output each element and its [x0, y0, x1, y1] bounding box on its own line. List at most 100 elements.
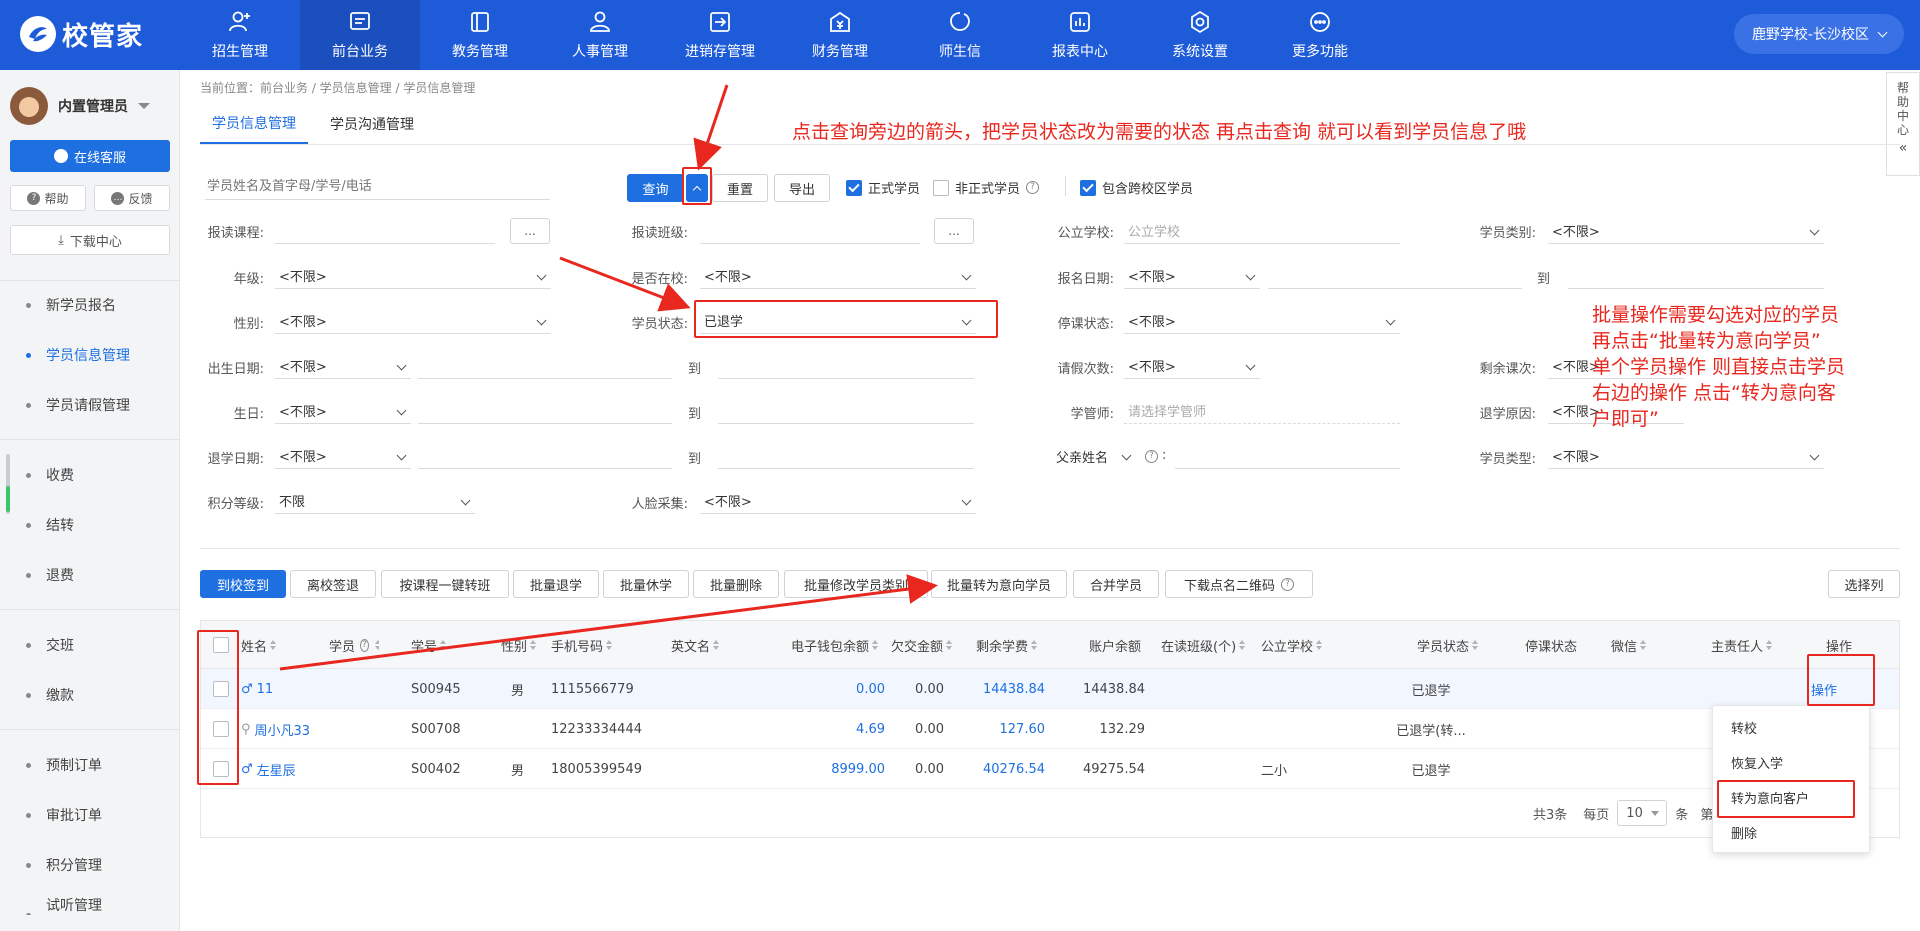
quitdate-end[interactable] [718, 443, 974, 469]
col-student[interactable]: 学员? [329, 621, 379, 669]
col-owner[interactable]: 主责任人 [1711, 621, 1773, 669]
batch-delete-button[interactable]: 批量删除 [693, 570, 779, 598]
batch-modify-category-button[interactable]: 批量修改学员类别 [784, 570, 928, 598]
parent-name-select[interactable]: 父亲姓名 [1052, 443, 1136, 469]
nav-hr[interactable]: 人事管理 [540, 0, 660, 70]
col-name[interactable]: 姓名 [241, 621, 277, 669]
checkout-button[interactable]: 离校签退 [290, 570, 376, 598]
class-field[interactable] [700, 218, 920, 244]
col-suspend[interactable]: 停课状态 [1525, 621, 1577, 669]
col-account-balance[interactable]: 账户余额 [1089, 621, 1141, 669]
gender-select[interactable]: <不限> [275, 308, 551, 334]
col-classes[interactable]: 在读班级(个) [1161, 621, 1246, 669]
menu-item-transfer-school[interactable]: 转校 [1731, 718, 1757, 737]
download-qrcode-button[interactable]: 下载点名二维码 ? [1165, 570, 1313, 598]
help-icon[interactable]: ? [1145, 450, 1158, 463]
menu-item-resume[interactable]: 恢复入学 [1731, 753, 1783, 772]
quitdate-start[interactable] [418, 443, 672, 469]
nav-more[interactable]: 更多功能 [1260, 0, 1380, 70]
page-size-select[interactable]: 10 [1617, 800, 1668, 826]
sidebar-item-trial[interactable]: 试听管理 [0, 895, 180, 915]
search-input[interactable] [205, 174, 550, 200]
help-center-tab[interactable]: 帮 助 中 心 « [1886, 72, 1920, 176]
quitdate-select[interactable]: <不限> [275, 443, 411, 469]
course-picker-button[interactable]: ... [510, 218, 550, 244]
table-row[interactable]: ⚲ 周小凡33 S00708 12233334444 4.69 0.00 127.… [201, 709, 1899, 749]
col-gender[interactable]: 性别 [501, 621, 537, 669]
remaining-fee[interactable]: 14438.84 [976, 669, 1045, 709]
choose-columns-button[interactable]: 选择列 [1828, 570, 1900, 598]
col-public-school[interactable]: 公立学校 [1261, 621, 1323, 669]
reset-button[interactable]: 重置 [712, 174, 768, 202]
nav-recruit[interactable]: 招生管理 [180, 0, 300, 70]
table-row[interactable]: ♂ 11 S00945 男 1115566779 0.00 0.00 14438.… [201, 669, 1899, 709]
table-row[interactable]: ♂ 左星辰 S00402 男 18005399549 8999.00 0.00 4… [201, 749, 1899, 789]
sidebar-item-new-enrollment[interactable]: 新学员报名 [0, 285, 180, 325]
remaining-fee[interactable]: 127.60 [976, 709, 1046, 749]
col-wallet[interactable]: 电子钱包余额 [791, 621, 879, 669]
nav-inventory[interactable]: 进销存管理 [660, 0, 780, 70]
category-select[interactable]: <不限> [1548, 218, 1824, 244]
sidebar-scrollbar[interactable] [6, 454, 10, 514]
tab-student-info[interactable]: 学员信息管理 [200, 104, 308, 144]
brand-logo[interactable]: 校管家 [20, 12, 143, 56]
nav-reports[interactable]: 报表中心 [1020, 0, 1140, 70]
sidebar-item-approval[interactable]: 审批订单 [0, 795, 180, 835]
one-click-transfer-button[interactable]: 按课程一键转班 [381, 570, 509, 598]
batch-quit-button[interactable]: 批量退学 [513, 570, 599, 598]
feedback-button[interactable]: … 反馈 [94, 185, 170, 211]
sidebar-item-charge[interactable]: 收费 [0, 455, 180, 495]
type-select[interactable]: <不限> [1548, 443, 1824, 469]
campus-selector[interactable]: 鹿野学校-长沙校区 [1733, 14, 1904, 54]
wallet-balance[interactable]: 4.69 [791, 709, 885, 749]
birthdate-select[interactable]: <不限> [275, 353, 411, 379]
col-english-name[interactable]: 英文名 [671, 621, 720, 669]
col-remaining-fee[interactable]: 剩余学费 [976, 621, 1038, 669]
manager-field[interactable]: 请选择学管师 [1124, 398, 1400, 424]
wallet-balance[interactable]: 8999.00 [791, 749, 885, 789]
signdate-end[interactable] [1568, 263, 1824, 289]
checkin-button[interactable]: 到校签到 [200, 570, 286, 598]
sidebar-item-leave[interactable]: 学员请假管理 [0, 385, 180, 425]
export-button[interactable]: 导出 [774, 174, 830, 202]
birthdate-end[interactable] [718, 353, 974, 379]
col-status[interactable]: 学员状态 [1417, 621, 1479, 669]
help-button[interactable]: ? 帮助 [10, 185, 86, 211]
course-field[interactable] [275, 218, 495, 244]
online-service-button[interactable]: 在线客服 [10, 140, 170, 172]
parent-name-field[interactable] [1175, 443, 1400, 469]
nav-academic[interactable]: 教务管理 [420, 0, 540, 70]
tab-student-communication[interactable]: 学员沟通管理 [318, 104, 426, 144]
user-menu[interactable]: 内置管理员 [10, 86, 150, 126]
student-name-link[interactable]: ♂ 左星辰 [241, 749, 296, 789]
sidebar-item-preorder[interactable]: 预制订单 [0, 745, 180, 785]
class-picker-button[interactable]: ... [934, 218, 974, 244]
col-owed[interactable]: 欠交金额 [891, 621, 953, 669]
points-select[interactable]: 不限 [275, 488, 475, 514]
birthday-select[interactable]: <不限> [275, 398, 411, 424]
student-name-link[interactable]: ⚲ 周小凡33 [241, 709, 310, 749]
nav-messages[interactable]: 师生信 [900, 0, 1020, 70]
inschool-select[interactable]: <不限> [700, 263, 976, 289]
birthday-start[interactable] [418, 398, 672, 424]
download-center-button[interactable]: ⤓ 下载中心 [10, 225, 170, 255]
informal-student-checkbox[interactable]: 非正式学员 ? [933, 178, 1040, 197]
batch-suspend-button[interactable]: 批量休学 [603, 570, 689, 598]
help-icon[interactable]: ? [1026, 181, 1040, 194]
nav-finance[interactable]: 财务管理 [780, 0, 900, 70]
formal-student-checkbox[interactable]: 正式学员 [846, 178, 920, 197]
nav-front-desk[interactable]: 前台业务 [300, 0, 420, 70]
query-button[interactable]: 查询 [627, 174, 684, 202]
grade-select[interactable]: <不限> [275, 263, 551, 289]
leaves-select[interactable]: <不限> [1124, 353, 1260, 379]
menu-item-delete[interactable]: 删除 [1731, 823, 1757, 842]
sidebar-item-shift[interactable]: 交班 [0, 625, 180, 665]
suspend-select[interactable]: <不限> [1124, 308, 1400, 334]
sidebar-item-refund[interactable]: 退费 [0, 555, 180, 595]
face-select[interactable]: <不限> [700, 488, 976, 514]
remaining-fee[interactable]: 40276.54 [976, 749, 1045, 789]
student-name-link[interactable]: ♂ 11 [241, 669, 273, 709]
cross-campus-checkbox[interactable]: 包含跨校区学员 [1080, 178, 1193, 197]
merge-student-button[interactable]: 合并学员 [1073, 570, 1159, 598]
sidebar-item-payment[interactable]: 缴款 [0, 675, 180, 715]
